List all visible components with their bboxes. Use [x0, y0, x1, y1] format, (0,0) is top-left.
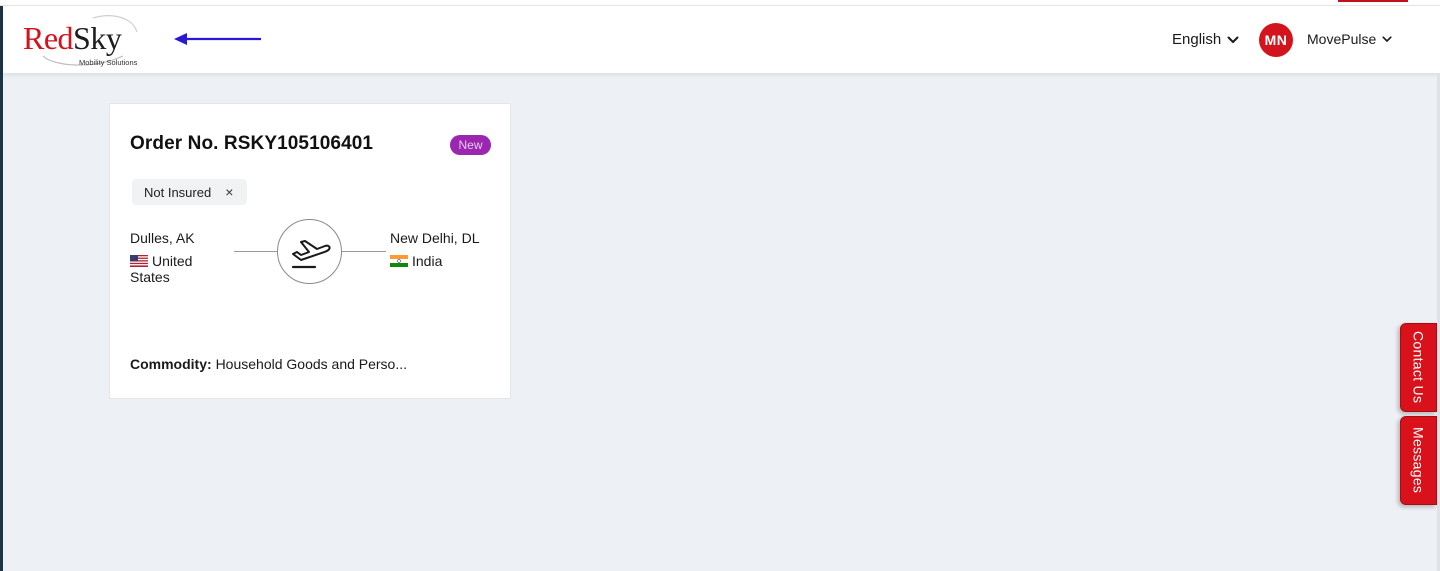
- insurance-chip-label: Not Insured: [144, 184, 212, 200]
- india-flag-icon: [390, 255, 408, 267]
- language-selected: English: [1172, 31, 1222, 48]
- destination-country: India: [412, 253, 443, 269]
- origin-location: Dulles, AK United States: [130, 230, 230, 285]
- app-header: RedSky Mobility Solutions English MN Mov…: [3, 6, 1440, 73]
- user-avatar[interactable]: MN: [1259, 23, 1293, 57]
- plane-departure-icon: [291, 239, 331, 268]
- page-left-edge: [0, 0, 3, 571]
- commodity-value: Household Goods and Perso...: [215, 356, 408, 372]
- route-line-left: [234, 251, 278, 252]
- logo-wordmark: RedSky: [23, 20, 122, 56]
- user-menu[interactable]: MovePulse: [1307, 31, 1392, 47]
- messages-label: Messages: [1410, 427, 1427, 494]
- chevron-down-icon: [1227, 36, 1239, 43]
- destination-city: New Delhi, DL: [390, 230, 480, 246]
- commodity-label: Commodity:: [130, 356, 212, 372]
- order-card[interactable]: Order No. RSKY105106401 New Not Insured …: [109, 103, 511, 399]
- contact-us-tab[interactable]: Contact Us: [1400, 323, 1437, 412]
- contact-us-label: Contact Us: [1410, 331, 1427, 404]
- messages-tab[interactable]: Messages: [1400, 416, 1437, 505]
- us-flag-icon: [130, 255, 148, 267]
- destination-country-line: India: [390, 253, 500, 269]
- commodity-line: Commodity: Household Goods and Perso...: [130, 356, 407, 372]
- origin-city: Dulles, AK: [130, 230, 195, 246]
- logo-word-red: Red: [23, 20, 74, 56]
- origin-country-line: United States: [130, 253, 230, 285]
- redsky-logo[interactable]: RedSky Mobility Solutions: [23, 12, 149, 70]
- order-number-title: Order No. RSKY105106401: [130, 133, 374, 154]
- transport-mode-badge: [277, 219, 342, 284]
- top-red-accent: [1338, 0, 1408, 2]
- destination-location: New Delhi, DL India: [390, 230, 500, 269]
- route-line-right: [342, 251, 386, 252]
- language-selector[interactable]: English: [1172, 31, 1239, 48]
- close-icon[interactable]: ×: [225, 185, 233, 199]
- chevron-down-icon: [1382, 35, 1392, 42]
- insurance-chip: Not Insured ×: [132, 179, 248, 205]
- logo-word-dark: Sky: [73, 20, 122, 56]
- user-name: MovePulse: [1307, 31, 1377, 47]
- logo-tagline: Mobility Solutions: [79, 58, 138, 67]
- arrow-left-icon: [174, 33, 261, 45]
- status-badge: New: [450, 135, 491, 155]
